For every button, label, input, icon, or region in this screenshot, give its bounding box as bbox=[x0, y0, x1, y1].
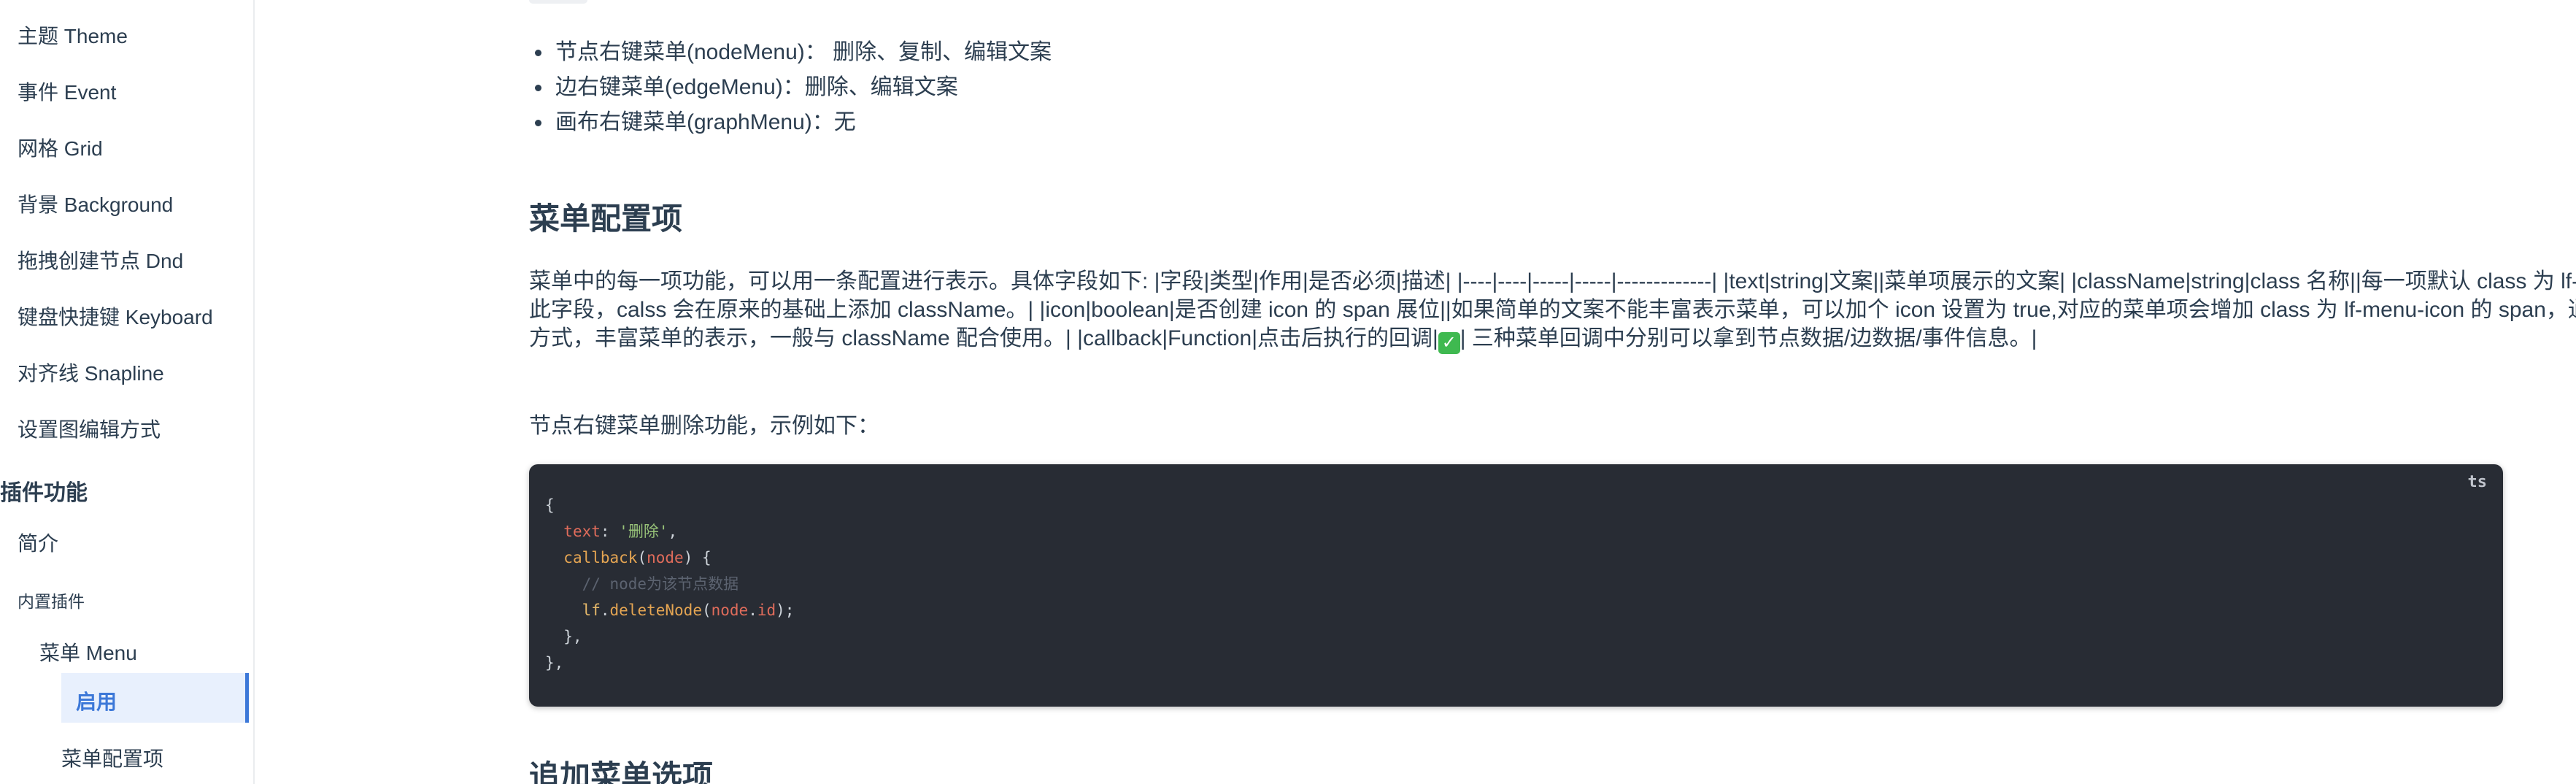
section-heading-append-menu: 追加菜单选项 bbox=[529, 759, 714, 784]
sidebar-item-grid[interactable]: 网格 Grid bbox=[18, 133, 103, 162]
sidebar-item-intro[interactable]: 简介 bbox=[18, 528, 58, 557]
sidebar-item-keyboard[interactable]: 键盘快捷键 Keyboard bbox=[18, 301, 213, 331]
sidebar: 主题 Theme 事件 Event 网格 Grid 背景 Background … bbox=[0, 0, 255, 784]
list-item: 边右键菜单(edgeMenu)：删除、编辑文案 bbox=[529, 70, 1052, 105]
sidebar-item-theme[interactable]: 主题 Theme bbox=[18, 20, 128, 50]
check-icon: ✓ bbox=[1438, 332, 1460, 354]
code-content: { text: '删除', callback(node) { // node为该… bbox=[545, 496, 795, 672]
code-block: ts { text: '删除', callback(node) { // nod… bbox=[529, 464, 2503, 707]
sidebar-item-menu[interactable]: 菜单 Menu bbox=[39, 637, 137, 666]
sidebar-item-dnd[interactable]: 拖拽创建节点 Dnd bbox=[18, 245, 183, 274]
list-item: 画布右键菜单(graphMenu)：无 bbox=[529, 105, 1052, 140]
list-item: 节点右键菜单(nodeMenu)： 删除、复制、编辑文案 bbox=[529, 35, 1052, 70]
code-language-label: ts bbox=[2467, 473, 2488, 491]
sidebar-item-edit-mode[interactable]: 设置图编辑方式 bbox=[18, 414, 161, 443]
sidebar-subgroup-builtin: 内置插件 bbox=[18, 592, 85, 611]
sidebar-item-background[interactable]: 背景 Background bbox=[18, 189, 173, 218]
example-intro: 节点右键菜单删除功能，示例如下： bbox=[529, 414, 879, 438]
sidebar-item-snapline[interactable]: 对齐线 Snapline bbox=[18, 358, 164, 387]
menu-config-paragraph: 菜单中的每一项功能，可以用一条配置进行表示。具体字段如下: |字段|类型|作用|… bbox=[529, 267, 2576, 354]
cut-off-line bbox=[529, 0, 1989, 4]
section-heading-menu-config: 菜单配置项 bbox=[529, 201, 683, 236]
inline-code bbox=[529, 0, 587, 4]
main-content: 节点右键菜单(nodeMenu)： 删除、复制、编辑文案 边右键菜单(edgeM… bbox=[253, 0, 2576, 784]
paragraph-tail: | 三种菜单回调中分别可以拿到节点数据/边数据/事件信息。| bbox=[1459, 326, 2037, 350]
sidebar-item-enable-label: 启用 bbox=[76, 691, 117, 713]
sidebar-item-enable-active[interactable]: 启用 bbox=[61, 673, 249, 723]
sidebar-item-event[interactable]: 事件 Event bbox=[18, 77, 116, 106]
menu-types-list: 节点右键菜单(nodeMenu)： 删除、复制、编辑文案 边右键菜单(edgeM… bbox=[529, 35, 1052, 140]
sidebar-item-menu-config[interactable]: 菜单配置项 bbox=[61, 743, 163, 772]
sidebar-group-plugins[interactable]: 插件功能 bbox=[0, 474, 88, 507]
